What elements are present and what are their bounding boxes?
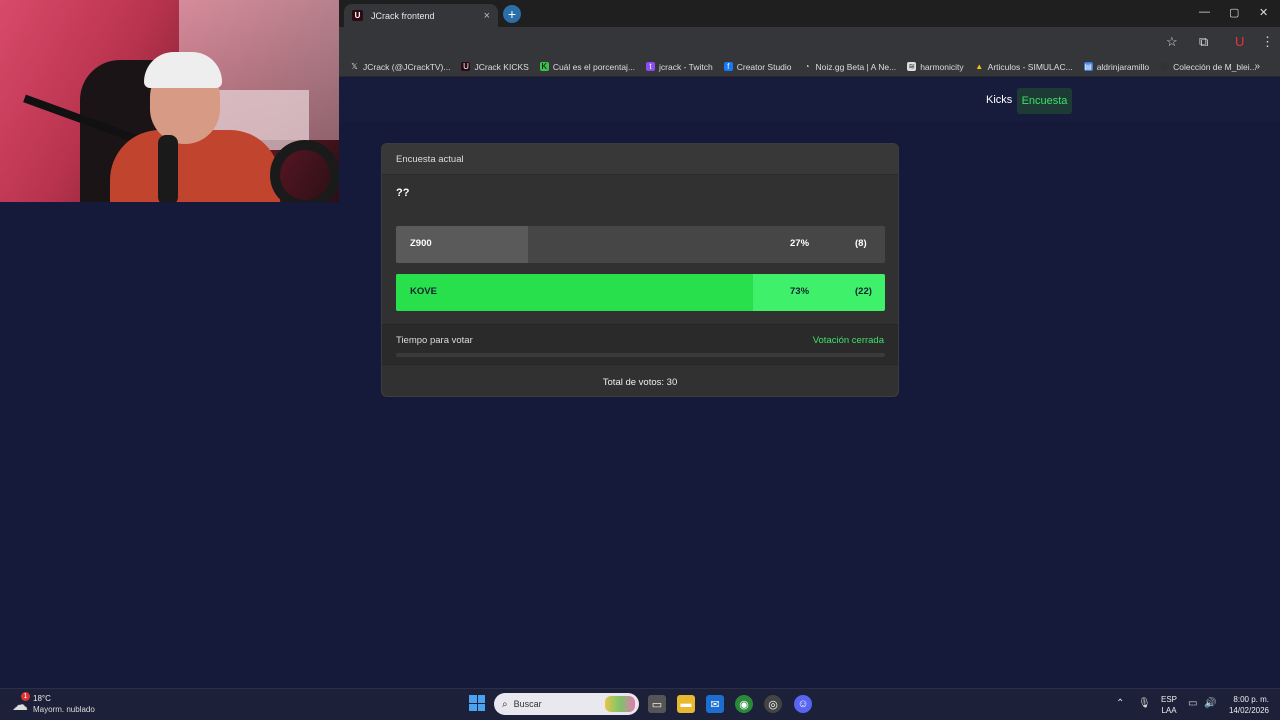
bookmark-item[interactable]: 𝕏 JCrack (@JCrackTV)... (350, 62, 450, 72)
option-count: (8) (855, 238, 867, 249)
webcam-overlay (0, 0, 339, 202)
poll-option-kove[interactable]: KOVE 73% (22) (396, 274, 885, 311)
poll-timer: Tiempo para votar Votación cerrada (382, 324, 898, 364)
obs-icon[interactable]: ◎ (764, 695, 782, 713)
tray-overflow-icon[interactable]: ⌃ (1116, 698, 1124, 709)
option-percent: 27% (790, 238, 810, 249)
poll-option-z900[interactable]: Z900 27% (8) (396, 226, 885, 263)
bookmark-item[interactable]: t jcrack - Twitch (646, 62, 713, 72)
discord-icon[interactable]: ☺ (794, 695, 812, 713)
bookmark-item[interactable]: ▤ aldrinjaramillo (1083, 62, 1149, 72)
star-icon[interactable]: ☆ (1166, 34, 1178, 50)
noiz-icon: ◔ (804, 62, 810, 71)
bookmark-item[interactable]: K Cuál es el porcentaj... (539, 62, 635, 72)
search-placeholder: Buscar (513, 699, 542, 709)
poll-option-fill (396, 274, 753, 311)
poll-question: ?? (396, 187, 410, 199)
timer-label: Tiempo para votar (396, 335, 473, 346)
task-view-icon[interactable]: ▭ (648, 695, 666, 713)
tab-close-icon[interactable]: × (484, 10, 490, 22)
windows-taskbar (0, 688, 1280, 720)
kick-icon: K (539, 62, 549, 71)
drive-icon: ▲ (975, 62, 984, 71)
poll-card: Encuesta actual ?? Z900 27% (8) KOVE 73%… (381, 143, 899, 397)
facebook-icon: f (723, 62, 733, 71)
bookmark-item[interactable]: U JCrack KICKS (461, 62, 529, 72)
bookmark-item[interactable]: ≋ harmonicity (907, 62, 964, 72)
webcam-person-cap (144, 52, 222, 88)
timer-status: Votación cerrada (812, 335, 884, 346)
harmonicity-icon: ≋ (907, 62, 917, 71)
collection-icon (1160, 62, 1170, 71)
webcam-steering-wheel (270, 140, 339, 202)
browser-tab[interactable]: U JCrack frontend × (344, 4, 498, 27)
bookmark-item[interactable]: f Creator Studio (723, 62, 792, 72)
windows-start-icon[interactable] (469, 695, 485, 711)
option-label: Z900 (410, 238, 432, 249)
jcrack-icon: U (461, 62, 471, 71)
option-percent: 73% (790, 286, 810, 297)
jcrack-icon: U (352, 10, 363, 21)
profile-icon[interactable]: U (1235, 34, 1244, 49)
timer-progress-bar (396, 353, 885, 357)
tab-title: JCrack frontend (371, 10, 435, 21)
weather-badge: 1 (21, 692, 30, 701)
chrome-icon[interactable]: ◉ (735, 695, 753, 713)
taskbar-search-box[interactable]: ⌕ Buscar (494, 693, 639, 715)
twitch-icon: t (646, 62, 656, 71)
minimize-button[interactable]: — (1199, 6, 1210, 18)
option-count: (22) (855, 286, 872, 297)
weather-temperature: 18°C (33, 694, 51, 703)
menu-icon[interactable]: ⋮ (1261, 34, 1274, 50)
volume-icon[interactable]: 🔊 (1204, 698, 1216, 709)
bookmark-item[interactable]: ◔ Noiz.gg Beta | A Ne... (803, 62, 897, 72)
x-icon: 𝕏 (351, 62, 358, 71)
extensions-icon[interactable]: ⧉ (1199, 34, 1208, 50)
restore-button[interactable]: ▢ (1229, 6, 1239, 19)
taskbar-clock[interactable]: 8:00 p. m. 14/02/2026 (1225, 694, 1269, 716)
option-label: KOVE (410, 286, 437, 297)
webcam-microphone (158, 135, 178, 202)
poll-total-votes: Total de votos: 30 (382, 364, 898, 396)
poll-header: Encuesta actual (382, 144, 898, 175)
nav-link-encuesta[interactable]: Encuesta (1017, 88, 1072, 114)
bookmark-item[interactable]: Colección de M_blei... (1160, 62, 1257, 72)
bookmark-item[interactable]: ▲ Articulos - SIMULAC... (975, 62, 1073, 72)
nav-link-kicks[interactable]: Kicks (986, 94, 1012, 106)
file-explorer-icon[interactable]: ▬ (677, 695, 695, 713)
network-icon[interactable]: ▭ (1188, 698, 1197, 709)
language-indicator[interactable]: ESP LAA (1161, 694, 1177, 716)
aldrin-icon: ▤ (1083, 62, 1093, 71)
close-window-button[interactable]: ✕ (1259, 6, 1268, 19)
bookmarks-overflow-icon[interactable]: » (1254, 61, 1260, 72)
new-tab-button[interactable]: + (503, 5, 521, 23)
search-highlight-art (605, 696, 635, 712)
mail-icon[interactable]: ✉ (706, 695, 724, 713)
weather-description: Mayorm. nublado (33, 705, 95, 714)
search-icon: ⌕ (502, 698, 508, 710)
microphone-icon[interactable]: 🎙 (1138, 698, 1151, 709)
